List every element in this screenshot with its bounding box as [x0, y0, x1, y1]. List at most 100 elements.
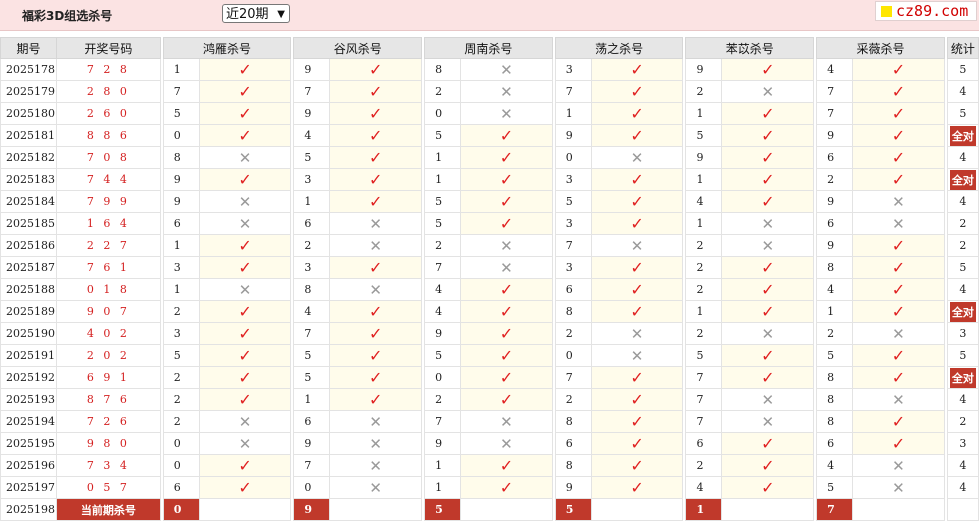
- result-cell: ✓: [329, 102, 423, 125]
- result-cell: ✕: [721, 388, 815, 411]
- cross-icon: ✕: [630, 236, 644, 255]
- result-cell: ✓: [329, 168, 423, 191]
- kill-number-cell: 8: [816, 366, 854, 389]
- check-icon: ✓: [238, 126, 252, 145]
- kill-number-cell: 9: [554, 124, 592, 147]
- result-cell: ✓: [721, 256, 815, 279]
- current-kill-number: 5: [554, 498, 592, 521]
- check-icon: ✓: [238, 258, 252, 277]
- cross-icon: ✕: [500, 60, 513, 79]
- kill-number-cell: 8: [554, 454, 592, 477]
- kill-number-cell: 8: [554, 410, 592, 433]
- check-icon: ✓: [499, 170, 514, 189]
- check-icon: ✓: [369, 368, 383, 387]
- result-cell: ✓: [852, 234, 945, 257]
- kill-number-cell: 7: [424, 256, 462, 279]
- check-icon: ✓: [891, 412, 906, 431]
- current-empty-cell: [721, 498, 815, 521]
- kill-number-cell: 0: [554, 344, 592, 367]
- kill-number-cell: 9: [816, 190, 854, 213]
- result-cell: ✓: [721, 190, 815, 213]
- cross-icon: ✕: [500, 104, 513, 123]
- result-cell: ✓: [198, 454, 292, 477]
- stat-cell: 全对: [946, 300, 979, 323]
- result-cell: ✓: [198, 476, 292, 499]
- stat-value: 5: [959, 63, 967, 76]
- kill-number-cell: 9: [162, 190, 200, 213]
- result-cell: ✓: [721, 168, 815, 191]
- logo-text: cz89.com: [896, 2, 969, 20]
- table-row: 2025180 2 6 0 5 ✓ 9 ✓ 0 ✕ 1 ✓ 1 ✓ 7 ✓ 5: [0, 102, 979, 125]
- all-correct-badge: 全对: [949, 367, 976, 388]
- draw-number-cell: 2 2 7: [55, 234, 161, 257]
- result-cell: ✓: [198, 124, 292, 147]
- result-cell: ✓: [852, 80, 945, 103]
- current-empty-cell: [590, 498, 684, 521]
- check-icon: ✓: [891, 60, 906, 79]
- period-cell: 2025182: [0, 146, 57, 169]
- kill-number-cell: 5: [816, 344, 854, 367]
- result-cell: ✓: [198, 80, 292, 103]
- check-icon: ✓: [499, 456, 514, 475]
- check-icon: ✓: [238, 170, 252, 189]
- check-icon: ✓: [630, 60, 644, 79]
- result-cell: ✓: [590, 80, 684, 103]
- result-cell: ✕: [198, 432, 292, 455]
- result-cell: ✕: [198, 410, 292, 433]
- kill-number-cell: 4: [424, 300, 462, 323]
- kill-number-cell: 5: [816, 476, 854, 499]
- result-cell: ✓: [329, 80, 423, 103]
- result-cell: ✓: [198, 234, 292, 257]
- current-empty-cell: [852, 498, 945, 521]
- site-logo[interactable]: cz89.com: [875, 1, 977, 21]
- cross-icon: ✕: [892, 456, 905, 475]
- stat-cell: 2: [946, 212, 979, 235]
- kill-number-cell: 7: [816, 80, 854, 103]
- stat-cell: 4: [946, 388, 979, 411]
- result-cell: ✕: [329, 212, 423, 235]
- kill-number-cell: 7: [685, 366, 723, 389]
- result-cell: ✓: [590, 388, 684, 411]
- kill-number-cell: 2: [162, 366, 200, 389]
- cross-icon: ✕: [369, 214, 382, 233]
- table-row: 2025191 2 0 2 5 ✓ 5 ✓ 5 ✓ 0 ✕ 5 ✓ 5 ✓ 5: [0, 344, 979, 367]
- result-cell: ✕: [329, 454, 423, 477]
- check-icon: ✓: [891, 434, 906, 453]
- kill-number-cell: 5: [424, 344, 462, 367]
- cross-icon: ✕: [892, 478, 905, 497]
- check-icon: ✓: [369, 302, 383, 321]
- kill-number-cell: 3: [162, 322, 200, 345]
- result-cell: ✓: [590, 366, 684, 389]
- stat-value: 4: [959, 85, 967, 98]
- result-cell: ✕: [721, 410, 815, 433]
- current-empty-cell: [329, 498, 423, 521]
- cross-icon: ✕: [238, 412, 252, 431]
- check-icon: ✓: [369, 346, 383, 365]
- result-cell: ✓: [329, 366, 423, 389]
- result-cell: ✓: [852, 146, 945, 169]
- result-cell: ✓: [590, 168, 684, 191]
- kill-number-cell: 7: [554, 234, 592, 257]
- stat-value: 2: [959, 217, 967, 230]
- kill-number-cell: 1: [554, 102, 592, 125]
- check-icon: ✓: [369, 192, 383, 211]
- period-range-select[interactable]: 近20期 ▼: [222, 4, 290, 23]
- check-icon: ✓: [499, 302, 514, 321]
- result-cell: ✕: [721, 234, 815, 257]
- kill-number-cell: 6: [554, 432, 592, 455]
- kill-number-cell: 2: [685, 234, 723, 257]
- kill-number-cell: 1: [293, 388, 331, 411]
- kill-number-cell: 2: [424, 388, 462, 411]
- stat-cell: 3: [946, 322, 979, 345]
- result-cell: ✓: [590, 102, 684, 125]
- table-row: 2025178 7 2 8 1 ✓ 9 ✓ 8 ✕ 3 ✓ 9 ✓ 4 ✓ 5: [0, 58, 979, 81]
- kill-number-cell: 6: [162, 476, 200, 499]
- current-empty-cell: [460, 498, 553, 521]
- period-cell: 2025190: [0, 322, 57, 345]
- check-icon: ✓: [369, 258, 383, 277]
- check-icon: ✓: [630, 478, 644, 497]
- kill-number-cell: 1: [162, 234, 200, 257]
- kill-number-cell: 4: [816, 454, 854, 477]
- check-icon: ✓: [761, 148, 775, 167]
- result-cell: ✓: [852, 278, 945, 301]
